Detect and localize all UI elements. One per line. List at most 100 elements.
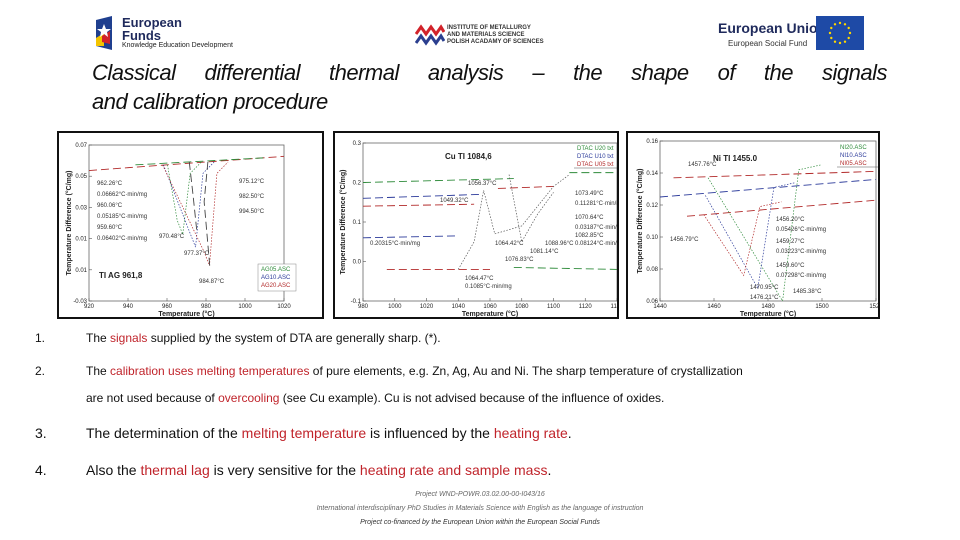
baseline-series [497,186,554,189]
legend-entry: AG05.ASC [261,267,291,273]
text-run: The [86,364,111,378]
x-tick-label: 940 [123,304,134,310]
y-tick-label: 0.10 [646,235,658,241]
footer-program: International interdisciplinary PhD Stud… [316,505,644,512]
y-tick-label: 0.3 [353,141,362,147]
slide-title-line2: and calibration procedure [92,89,328,114]
annotation: 977.37°C [184,251,210,257]
list-number: 4. [35,462,47,478]
title-word: of [717,60,736,85]
x-tick-label: 1020 [420,304,434,310]
slide-title-line1: Classical differential thermal analysis – the… [92,58,887,87]
title-word: shape [631,60,689,85]
legend-entry: NI20.ASC [840,145,867,151]
baseline-series [88,155,285,171]
annotation: 975.12°C [239,179,265,185]
chart-ag-dta: 920 940 960 980 1000 1020 0.07 0.05 0.03 0.01 0.01… [57,131,324,319]
annotation: 0.03187°C·min/mg [575,225,617,231]
y-tick-label: 0.12 [646,203,658,209]
text-run: are not used because of [86,391,219,405]
baseline-series [686,199,877,217]
annotation: 1056.37°C [468,181,497,187]
y-axis-label: Temperature Difference (°C/mg) [65,171,73,276]
annotation: 994.50°C [239,209,265,215]
legend-entry: DTAC U10 txt [577,154,614,160]
x-tick-label: 1000 [238,304,252,310]
annotation: 0.06402°C·min/mg [97,236,147,242]
chart-title: Ni TI 1455.0 [713,154,758,163]
list-text: The calibration uses melting temperature… [86,364,743,378]
list-number: 3. [35,425,47,441]
baseline-series [513,266,617,270]
x-tick-label: 1020 [277,304,291,310]
annotation: 1476.21°C [750,295,779,301]
annotation: 1456.79°C [670,237,699,243]
text-run: The [86,331,111,345]
european-funds-title: European Funds [122,16,182,42]
peak-dashed [188,161,198,231]
annotation: 1459.27°C [776,239,805,245]
x-tick-label: 960 [162,304,173,310]
y-tick-label: 0.0 [353,260,362,266]
imim-line1: INSTITUTE OF METALLURGY [447,25,531,31]
baseline-series [362,203,475,207]
chart-ni-dta: 144014601480150015200.160.140.120.100.08… [626,131,880,319]
dta-curve [457,174,570,270]
title-word: the [763,60,794,85]
y-tick-label: 0.1 [353,220,362,226]
text-run: is very sensitive for the [209,462,360,478]
annotation: 0.05185°C·min/mg [97,214,147,220]
annotation: 0.05426°C·min/mg [776,227,826,233]
y-tick-label: 0.06 [646,299,658,305]
title-word: – [532,60,545,85]
y-axis-label: Temperature Difference (°C/mg) [339,170,347,275]
y-tick-label: 0.08 [646,267,658,273]
text-run: The determination of the [86,425,242,441]
footer-cofinance: Project co-financed by the European Unio… [360,519,600,526]
x-tick-label: 980 [201,304,212,310]
annotation: 0.1085°C·min/mg [465,284,512,290]
european-funds-logo: European Funds Knowledge Education Devel… [92,14,252,54]
y-tick-label: 0.03 [75,205,87,211]
x-axis-label: Temperature (°C) [158,310,214,317]
x-tick-label: 1100 [547,304,561,310]
annotation: 1456.20°C [776,217,805,223]
list-text: Also the thermal lag is very sensitive f… [86,462,551,478]
dta-curve [508,174,554,243]
footer-project-id: Project WND-POWR.03.02.00-00-I043/16 [415,491,545,498]
baseline-series [362,235,459,239]
annotation: 962.26°C [97,181,123,187]
legend-entry: DTAC U05 txt [577,162,614,168]
y-tick-label: 0.16 [646,139,658,145]
text-run: Also the [86,462,141,478]
european-funds-flag-icon [96,16,112,50]
list-number: 1. [35,331,46,345]
annotation: 1082.85°C [575,233,604,239]
dta-peak-curve [703,201,782,277]
annotation: 1470.95°C [750,285,779,291]
legend-entry: NI10.ASC [840,153,867,159]
annotation: 1485.38°C [793,289,822,295]
annotation: 1076.83°C [505,257,534,263]
legend-entry: NI05.ASC [840,161,867,167]
x-tick-label: 1520 [869,304,878,310]
y-tick-label: 0.01 [75,268,87,274]
y-tick-label: -0.03 [73,299,87,305]
title-word: the [573,60,603,85]
x-tick-label: 1080 [515,304,529,310]
eu-title: European Union [718,20,827,36]
annotation: 982.50°C [239,194,265,200]
list-text-continued: are not used because of overcooling (see… [86,391,664,405]
title-word: differential [204,60,301,85]
highlighted-text: thermal lag [140,462,210,478]
y-tick-label: 0.05 [75,174,87,180]
y-tick-label: -0.1 [351,299,362,305]
x-axis-label: Temperature (°C) [462,310,518,317]
chart-cu-dta: 980100010201040106010801100112011400.30.… [333,131,619,319]
x-tick-label: 1460 [707,304,721,310]
chart-ag-svg: 920 940 960 980 1000 10200.070.050.030.010.01… [65,143,297,317]
text-run: (see Cu example). Cu is not advised beca… [279,391,665,405]
x-tick-label: 1040 [452,304,466,310]
logo-left-line2: Funds [122,28,161,43]
legend-entry: AG20.ASC [261,283,291,289]
